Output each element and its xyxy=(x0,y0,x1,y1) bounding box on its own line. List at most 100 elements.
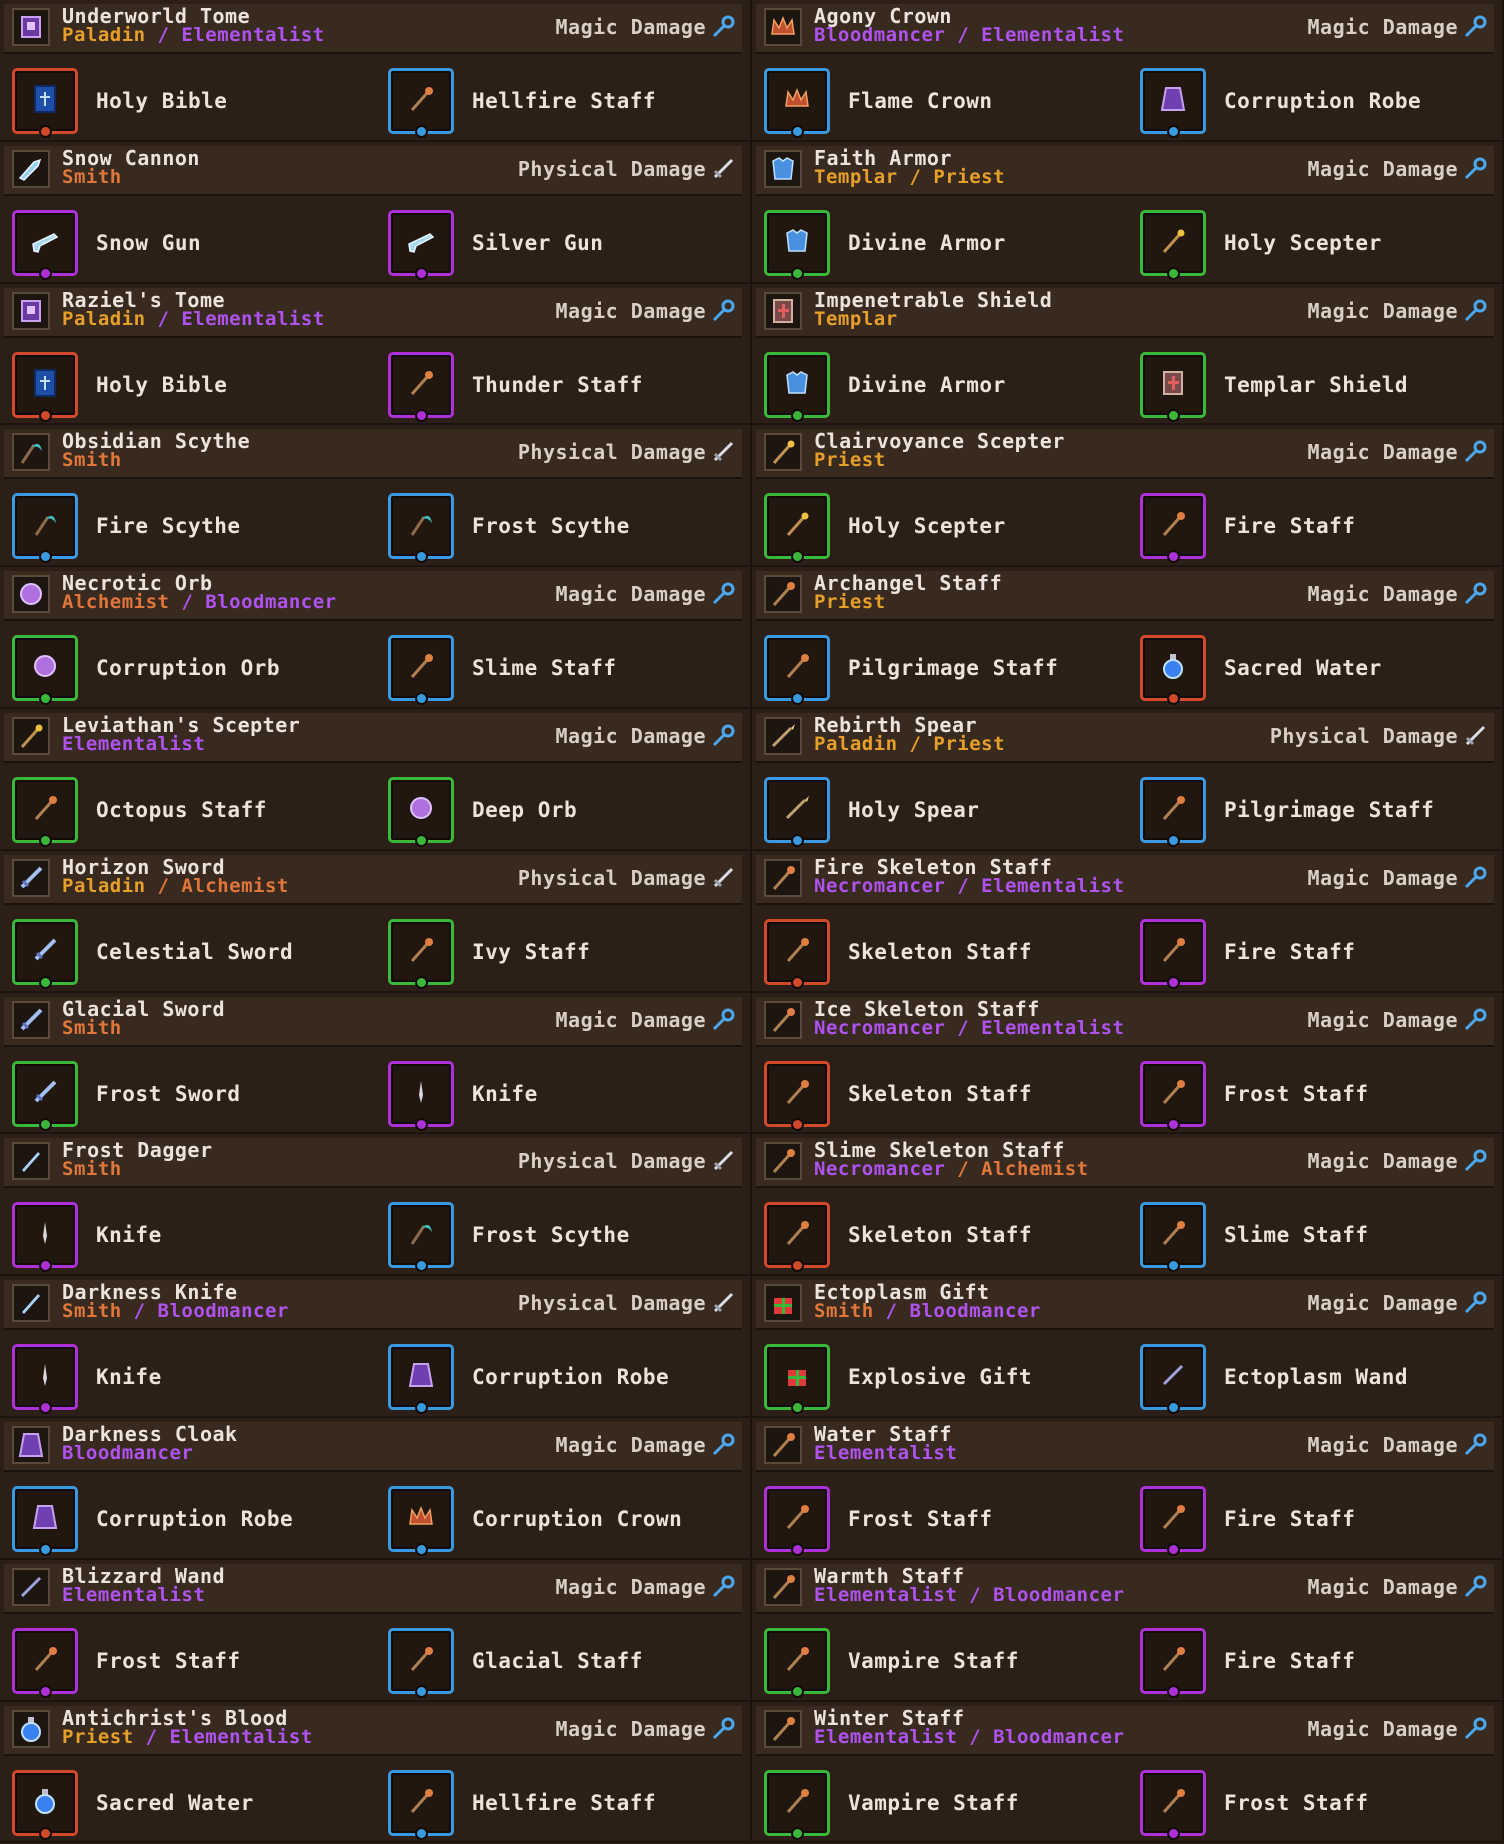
item-slot[interactable] xyxy=(388,68,454,138)
item-slot[interactable] xyxy=(388,493,454,564)
item-slot[interactable] xyxy=(764,1769,830,1840)
item-slot[interactable] xyxy=(1140,776,1206,847)
item-slot[interactable] xyxy=(764,776,830,847)
ingredient-item[interactable]: Pilgrimage Staff xyxy=(764,633,1058,706)
item-slot[interactable] xyxy=(12,1202,78,1273)
ingredient-item[interactable]: Sacred Water xyxy=(12,1768,254,1840)
ingredient-item[interactable]: Deep Orb xyxy=(388,775,577,847)
item-slot[interactable] xyxy=(764,351,830,422)
item-slot[interactable] xyxy=(1140,1344,1206,1415)
item-slot[interactable] xyxy=(12,776,78,847)
item-slot[interactable] xyxy=(12,493,78,564)
item-slot[interactable] xyxy=(764,1202,830,1273)
ingredient-item[interactable]: Slime Staff xyxy=(388,633,617,706)
ingredient-item[interactable]: Glacial Staff xyxy=(388,1626,643,1698)
item-slot[interactable] xyxy=(1140,209,1206,280)
item-slot[interactable] xyxy=(388,1060,454,1131)
item-slot[interactable] xyxy=(388,1344,454,1415)
ingredient-item[interactable]: Knife xyxy=(12,1342,162,1415)
ingredient-item[interactable]: Holy Scepter xyxy=(764,491,1006,564)
ingredient-item[interactable]: Vampire Staff xyxy=(764,1626,1019,1698)
ingredient-item[interactable]: Corruption Orb xyxy=(12,633,280,706)
item-slot[interactable] xyxy=(1140,1769,1206,1840)
ingredient-item[interactable]: Corruption Robe xyxy=(388,1342,669,1415)
ingredient-item[interactable]: Pilgrimage Staff xyxy=(1140,775,1434,847)
item-slot[interactable] xyxy=(764,68,830,138)
ingredient-item[interactable]: Knife xyxy=(12,1200,162,1273)
ingredient-item[interactable]: Holy Bible xyxy=(12,66,227,138)
ingredient-item[interactable]: Octopus Staff xyxy=(12,775,267,847)
item-slot[interactable] xyxy=(764,1344,830,1415)
ingredient-item[interactable]: Templar Shield xyxy=(1140,350,1408,422)
ingredient-item[interactable]: Skeleton Staff xyxy=(764,917,1032,989)
item-slot[interactable] xyxy=(388,1202,454,1273)
item-slot[interactable] xyxy=(388,209,454,280)
ingredient-item[interactable]: Frost Staff xyxy=(12,1626,241,1698)
item-slot[interactable] xyxy=(1140,918,1206,989)
item-slot[interactable] xyxy=(388,776,454,847)
ingredient-item[interactable]: Corruption Robe xyxy=(12,1484,293,1556)
ingredient-item[interactable]: Holy Spear xyxy=(764,775,979,847)
item-slot[interactable] xyxy=(388,351,454,422)
ingredient-item[interactable]: Skeleton Staff xyxy=(764,1200,1032,1273)
item-slot[interactable] xyxy=(12,1060,78,1131)
ingredient-item[interactable]: Knife xyxy=(388,1059,538,1131)
item-slot[interactable] xyxy=(12,1627,78,1698)
item-slot[interactable] xyxy=(764,493,830,564)
ingredient-item[interactable]: Frost Staff xyxy=(1140,1768,1369,1840)
item-slot[interactable] xyxy=(12,918,78,989)
item-slot[interactable] xyxy=(764,1627,830,1698)
ingredient-item[interactable]: Holy Bible xyxy=(12,350,227,422)
item-slot[interactable] xyxy=(12,351,78,422)
ingredient-item[interactable]: Corruption Robe xyxy=(1140,66,1421,138)
item-slot[interactable] xyxy=(1140,1202,1206,1273)
ingredient-item[interactable]: Skeleton Staff xyxy=(764,1059,1032,1131)
item-slot[interactable] xyxy=(12,1344,78,1415)
ingredient-item[interactable]: Explosive Gift xyxy=(764,1342,1032,1415)
ingredient-item[interactable]: Hellfire Staff xyxy=(388,1768,656,1840)
item-slot[interactable] xyxy=(1140,351,1206,422)
ingredient-item[interactable]: Frost Scythe xyxy=(388,491,630,564)
ingredient-item[interactable]: Snow Gun xyxy=(12,208,201,280)
item-slot[interactable] xyxy=(12,209,78,280)
ingredient-item[interactable]: Fire Staff xyxy=(1140,1484,1355,1556)
item-slot[interactable] xyxy=(388,1769,454,1840)
item-slot[interactable] xyxy=(12,1485,78,1556)
item-slot[interactable] xyxy=(12,68,78,138)
ingredient-item[interactable]: Flame Crown xyxy=(764,66,993,138)
item-slot[interactable] xyxy=(1140,1627,1206,1698)
item-slot[interactable] xyxy=(388,635,454,706)
ingredient-item[interactable]: Fire Staff xyxy=(1140,1626,1355,1698)
item-slot[interactable] xyxy=(764,209,830,280)
item-slot[interactable] xyxy=(1140,635,1206,706)
item-slot[interactable] xyxy=(764,635,830,706)
item-slot[interactable] xyxy=(388,1485,454,1556)
item-slot[interactable] xyxy=(1140,68,1206,138)
item-slot[interactable] xyxy=(764,1060,830,1131)
ingredient-item[interactable]: Fire Staff xyxy=(1140,917,1355,989)
ingredient-item[interactable]: Frost Scythe xyxy=(388,1200,630,1273)
ingredient-item[interactable]: Sacred Water xyxy=(1140,633,1382,706)
ingredient-item[interactable]: Divine Armor xyxy=(764,208,1006,280)
ingredient-item[interactable]: Frost Staff xyxy=(764,1484,993,1556)
ingredient-item[interactable]: Thunder Staff xyxy=(388,350,643,422)
item-slot[interactable] xyxy=(388,918,454,989)
ingredient-item[interactable]: Fire Scythe xyxy=(12,491,241,564)
item-slot[interactable] xyxy=(764,918,830,989)
item-slot[interactable] xyxy=(1140,493,1206,564)
ingredient-item[interactable]: Slime Staff xyxy=(1140,1200,1369,1273)
ingredient-item[interactable]: Holy Scepter xyxy=(1140,208,1382,280)
item-slot[interactable] xyxy=(388,1627,454,1698)
ingredient-item[interactable]: Celestial Sword xyxy=(12,917,293,989)
ingredient-item[interactable]: Hellfire Staff xyxy=(388,66,656,138)
item-slot[interactable] xyxy=(12,1769,78,1840)
ingredient-item[interactable]: Vampire Staff xyxy=(764,1768,1019,1840)
ingredient-item[interactable]: Frost Sword xyxy=(12,1059,241,1131)
item-slot[interactable] xyxy=(1140,1485,1206,1556)
ingredient-item[interactable]: Fire Staff xyxy=(1140,491,1355,564)
ingredient-item[interactable]: Silver Gun xyxy=(388,208,603,280)
ingredient-item[interactable]: Ivy Staff xyxy=(388,917,590,989)
ingredient-item[interactable]: Ectoplasm Wand xyxy=(1140,1342,1408,1415)
item-slot[interactable] xyxy=(1140,1060,1206,1131)
item-slot[interactable] xyxy=(764,1485,830,1556)
